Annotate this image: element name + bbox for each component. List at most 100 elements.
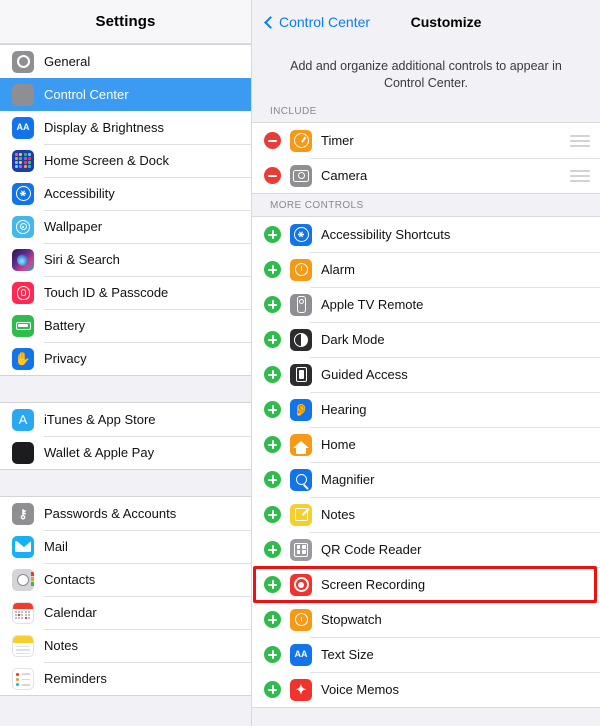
- add-icon[interactable]: [264, 226, 281, 243]
- mail-icon: [12, 535, 34, 558]
- add-icon[interactable]: [264, 576, 281, 593]
- add-icon[interactable]: [264, 646, 281, 663]
- sidebar-item-label: Passwords & Accounts: [44, 506, 177, 521]
- home-icon: [290, 433, 312, 456]
- qr-code-reader-icon: [290, 538, 312, 561]
- sidebar-item-privacy[interactable]: ✋ Privacy: [0, 342, 251, 375]
- control-row-guided-access[interactable]: Guided Access: [252, 357, 600, 392]
- add-icon[interactable]: [264, 296, 281, 313]
- drag-handle-icon[interactable]: [570, 169, 590, 182]
- back-button[interactable]: Control Center: [264, 14, 370, 30]
- add-icon[interactable]: [264, 611, 281, 628]
- control-row-timer[interactable]: Timer: [252, 123, 600, 158]
- control-label: Home: [321, 437, 356, 452]
- control-row-home[interactable]: Home: [252, 427, 600, 462]
- sidebar-scroll-area[interactable]: General Control Center AA Display & Brig…: [0, 44, 251, 726]
- control-label: Screen Recording: [321, 577, 426, 592]
- sidebar-item-label: Reminders: [44, 671, 107, 686]
- control-label: Hearing: [321, 402, 367, 417]
- control-row-dark-mode[interactable]: Dark Mode: [252, 322, 600, 357]
- sidebar-item-mail[interactable]: Mail: [0, 530, 251, 563]
- control-label: Magnifier: [321, 472, 375, 487]
- sidebar-item-accessibility[interactable]: ⚹ Accessibility: [0, 177, 251, 210]
- control-row-qr-code-reader[interactable]: QR Code Reader: [252, 532, 600, 567]
- control-row-stopwatch[interactable]: Stopwatch: [252, 602, 600, 637]
- settings-screen: Settings General Control Center AA Displ: [0, 0, 600, 726]
- chevron-left-icon: [264, 15, 277, 29]
- control-label: Dark Mode: [321, 332, 385, 347]
- control-row-camera[interactable]: Camera: [252, 158, 600, 193]
- sidebar-item-calendar[interactable]: Calendar: [0, 596, 251, 629]
- sidebar-item-passwords-accounts[interactable]: ⚷ Passwords & Accounts: [0, 497, 251, 530]
- privacy-icon: ✋: [12, 347, 34, 370]
- control-row-apple-tv-remote[interactable]: Apple TV Remote: [252, 287, 600, 322]
- sidebar-item-reminders[interactable]: Reminders: [0, 662, 251, 695]
- add-icon[interactable]: [264, 401, 281, 418]
- sidebar-item-display-brightness[interactable]: AA Display & Brightness: [0, 111, 251, 144]
- sidebar-item-itunes-app-store[interactable]: A iTunes & App Store: [0, 403, 251, 436]
- voice-memos-icon: ✦: [290, 678, 312, 701]
- control-label: Apple TV Remote: [321, 297, 424, 312]
- sidebar-item-label: Wallet & Apple Pay: [44, 445, 155, 460]
- detail-header: Control Center Customize: [252, 0, 600, 44]
- control-label: Text Size: [321, 647, 374, 662]
- add-icon[interactable]: [264, 331, 281, 348]
- control-row-screen-recording[interactable]: Screen Recording: [252, 567, 600, 602]
- add-icon[interactable]: [264, 366, 281, 383]
- control-label: Accessibility Shortcuts: [321, 227, 451, 242]
- sidebar-item-contacts[interactable]: Contacts: [0, 563, 251, 596]
- sidebar-item-touch-id-passcode[interactable]: Touch ID & Passcode: [0, 276, 251, 309]
- drag-handle-icon[interactable]: [570, 134, 590, 147]
- control-label: Camera: [321, 168, 368, 183]
- control-label: Stopwatch: [321, 612, 382, 627]
- control-row-text-size[interactable]: AA Text Size: [252, 637, 600, 672]
- sidebar-item-label: Battery: [44, 318, 86, 333]
- add-icon[interactable]: [264, 506, 281, 523]
- text-size-icon: AA: [290, 643, 312, 666]
- gear-icon: [12, 50, 34, 73]
- sidebar-item-notes[interactable]: Notes: [0, 629, 251, 662]
- sidebar-item-home-screen-dock[interactable]: Home Screen & Dock: [0, 144, 251, 177]
- sidebar-item-siri-search[interactable]: Siri & Search: [0, 243, 251, 276]
- control-row-voice-memos[interactable]: ✦ Voice Memos: [252, 672, 600, 707]
- control-label: Voice Memos: [321, 682, 400, 697]
- control-center-icon: [12, 83, 34, 106]
- remove-icon[interactable]: [264, 132, 281, 149]
- control-label: Timer: [321, 133, 354, 148]
- apple-tv-remote-icon: [290, 293, 312, 316]
- notes-app-icon: [290, 503, 312, 526]
- add-icon[interactable]: [264, 261, 281, 278]
- sidebar-item-battery[interactable]: Battery: [0, 309, 251, 342]
- add-icon[interactable]: [264, 471, 281, 488]
- add-icon[interactable]: [264, 436, 281, 453]
- sidebar-item-control-center[interactable]: Control Center: [0, 78, 251, 111]
- control-row-hearing[interactable]: 👂 Hearing: [252, 392, 600, 427]
- control-label: Notes: [321, 507, 355, 522]
- add-icon[interactable]: [264, 541, 281, 558]
- alarm-icon: [290, 258, 312, 281]
- include-list: Timer Camera: [252, 122, 600, 194]
- sidebar-item-wallpaper[interactable]: Wallpaper: [0, 210, 251, 243]
- add-icon[interactable]: [264, 681, 281, 698]
- sidebar-item-wallet-apple-pay[interactable]: Wallet & Apple Pay: [0, 436, 251, 469]
- display-brightness-icon: AA: [12, 116, 34, 139]
- sidebar-item-label: General: [44, 54, 91, 69]
- accessibility-shortcuts-icon: ⚹: [290, 223, 312, 246]
- control-label: Guided Access: [321, 367, 408, 382]
- control-row-alarm[interactable]: Alarm: [252, 252, 600, 287]
- sidebar-item-general[interactable]: General: [0, 45, 251, 78]
- contacts-icon: [12, 568, 34, 591]
- touch-id-icon: [12, 281, 34, 304]
- sidebar-header: Settings: [0, 0, 251, 44]
- guided-access-icon: [290, 363, 312, 386]
- remove-icon[interactable]: [264, 167, 281, 184]
- dark-mode-icon: [290, 328, 312, 351]
- control-label: Alarm: [321, 262, 355, 277]
- control-row-notes[interactable]: Notes: [252, 497, 600, 532]
- wallet-apple-pay-icon: [12, 441, 34, 464]
- sidebar-item-label: Privacy: [44, 351, 87, 366]
- sidebar-group-stores: A iTunes & App Store Wallet & Apple Pay: [0, 402, 251, 470]
- sidebar-item-label: Contacts: [44, 572, 96, 587]
- control-row-accessibility-shortcuts[interactable]: ⚹ Accessibility Shortcuts: [252, 217, 600, 252]
- control-row-magnifier[interactable]: Magnifier: [252, 462, 600, 497]
